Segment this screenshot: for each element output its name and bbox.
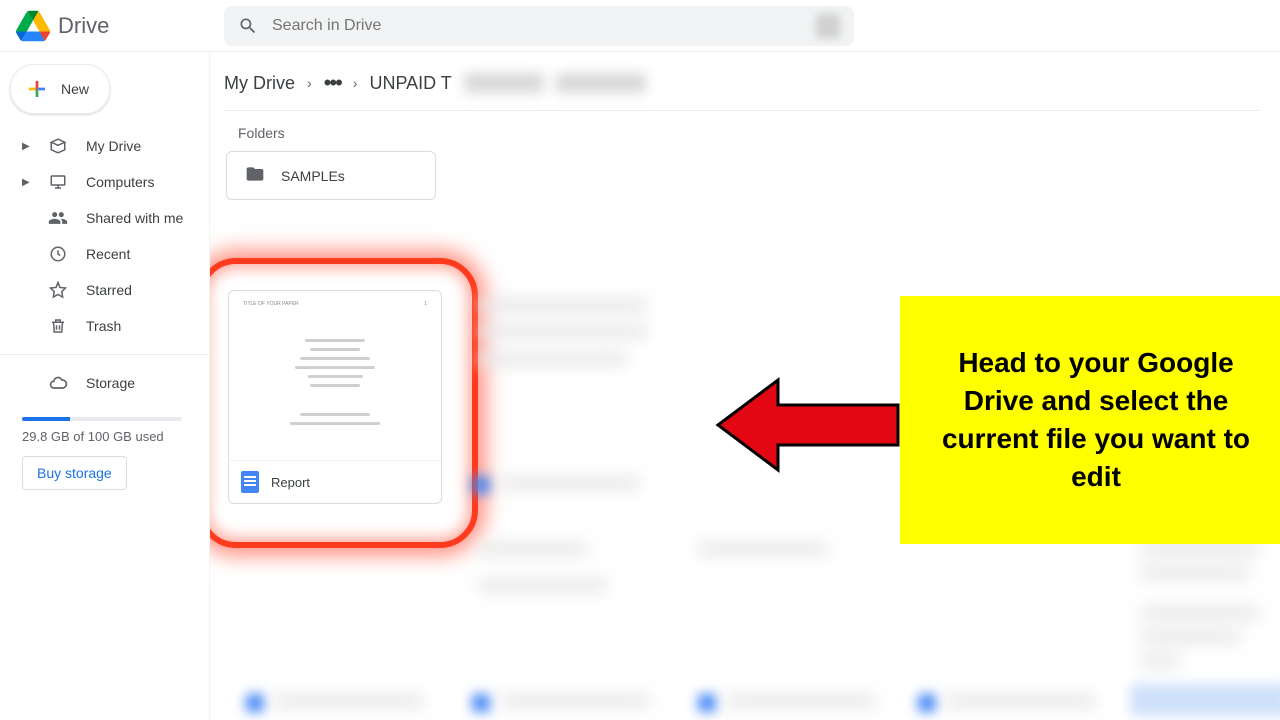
file-card-report[interactable]: TITLE OF YOUR PAPER1 Report bbox=[228, 290, 442, 504]
folders-section-label: Folders bbox=[238, 125, 1260, 141]
sidebar-item-label: Trash bbox=[86, 318, 121, 334]
chevron-right-icon: › bbox=[307, 75, 312, 91]
sidebar-item-label: Shared with me bbox=[86, 210, 183, 226]
folder-name: SAMPLEs bbox=[281, 168, 345, 184]
breadcrumb-blurred bbox=[464, 73, 544, 93]
search-input[interactable] bbox=[272, 17, 802, 35]
sidebar-item-trash[interactable]: Trash bbox=[10, 308, 199, 344]
sidebar-item-shared[interactable]: Shared with me bbox=[10, 200, 199, 236]
folder-icon bbox=[245, 164, 265, 187]
sidebar-item-label: Recent bbox=[86, 246, 130, 262]
sidebar-item-label: Starred bbox=[86, 282, 132, 298]
drive-icon bbox=[48, 136, 68, 156]
sidebar-item-computers[interactable]: ▶ Computers bbox=[10, 164, 199, 200]
search-bar[interactable] bbox=[224, 6, 854, 46]
sidebar-item-starred[interactable]: Starred bbox=[10, 272, 199, 308]
tune-icon[interactable] bbox=[816, 14, 840, 38]
callout-text: Head to your Google Drive and select the… bbox=[926, 344, 1266, 495]
arrow-annotation bbox=[708, 370, 908, 480]
computers-icon bbox=[48, 172, 68, 192]
sidebar-item-storage[interactable]: Storage bbox=[10, 365, 199, 401]
plus-icon bbox=[25, 77, 49, 101]
search-icon bbox=[238, 16, 258, 36]
buy-storage-button[interactable]: Buy storage bbox=[22, 456, 127, 490]
breadcrumb-root[interactable]: My Drive bbox=[224, 73, 295, 94]
storage-used-text: 29.8 GB of 100 GB used bbox=[22, 429, 187, 444]
storage-bar bbox=[22, 417, 182, 421]
sidebar-item-recent[interactable]: Recent bbox=[10, 236, 199, 272]
cloud-icon bbox=[48, 373, 68, 393]
shared-icon bbox=[48, 208, 68, 228]
folder-card[interactable]: SAMPLEs bbox=[226, 151, 436, 200]
drive-logo-icon bbox=[16, 9, 50, 43]
chevron-right-icon: › bbox=[353, 75, 358, 91]
callout-box: Head to your Google Drive and select the… bbox=[900, 296, 1280, 544]
breadcrumb: My Drive › ••• › UNPAID T bbox=[224, 66, 1260, 111]
file-name: Report bbox=[271, 475, 310, 490]
breadcrumb-overflow[interactable]: ••• bbox=[324, 70, 341, 96]
sidebar-item-label: Computers bbox=[86, 174, 154, 190]
file-thumbnail: TITLE OF YOUR PAPER1 bbox=[229, 291, 441, 460]
sidebar-item-label: My Drive bbox=[86, 138, 141, 154]
new-button-label: New bbox=[61, 81, 89, 97]
starred-icon bbox=[48, 280, 68, 300]
breadcrumb-blurred bbox=[556, 73, 646, 93]
storage-label: Storage bbox=[86, 375, 135, 391]
chevron-right-icon: ▶ bbox=[22, 141, 30, 152]
recent-icon bbox=[48, 244, 68, 264]
sidebar-item-my-drive[interactable]: ▶ My Drive bbox=[10, 128, 199, 164]
breadcrumb-folder[interactable]: UNPAID T bbox=[369, 73, 451, 94]
app-title: Drive bbox=[58, 13, 109, 39]
chevron-right-icon: ▶ bbox=[22, 177, 30, 188]
trash-icon bbox=[48, 316, 68, 336]
new-button[interactable]: New bbox=[10, 64, 110, 114]
google-docs-icon bbox=[241, 471, 259, 493]
